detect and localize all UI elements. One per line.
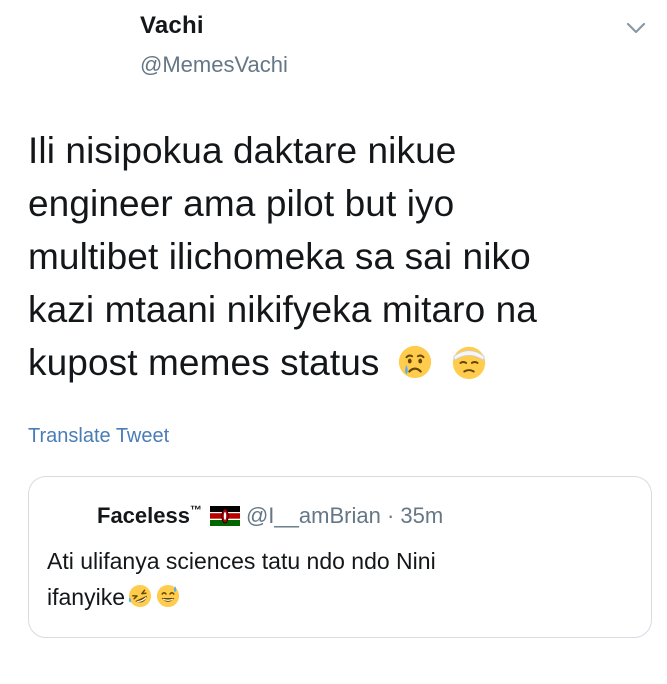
quoted-tweet-text: Ati ulifanya sciences tatu ndo ndo Nini … xyxy=(47,543,627,615)
rolling-laughing-emoji-icon xyxy=(128,584,152,608)
tweet-text-line-last: kupost memes status xyxy=(28,336,648,389)
separator-dot: · xyxy=(386,503,395,528)
tweet-text-line: kupost memes status xyxy=(28,342,380,383)
tweet-text-line: kazi mtaani nikifyeka mitaro na xyxy=(28,289,537,330)
quoted-text-line: ifanyike xyxy=(47,584,125,610)
quoted-handle[interactable]: @I__amBrian xyxy=(246,503,381,528)
tweet-text-line: Ili nisipokua daktare nikue xyxy=(28,130,457,171)
quoted-tweet-header: Faceless™ @I__amBrian · 35m xyxy=(97,503,443,529)
quoted-timestamp[interactable]: 35m xyxy=(400,503,443,528)
author-handle[interactable]: @MemesVachi xyxy=(140,52,288,78)
quoted-text-line: Ati ulifanya sciences tatu ndo ndo Nini xyxy=(47,548,436,574)
quoted-tweet-card[interactable]: Faceless™ @I__amBrian · 35m Ati ulifanya… xyxy=(28,476,652,638)
crying-face-emoji-icon xyxy=(398,345,432,379)
kenya-flag-icon xyxy=(209,506,240,526)
quoted-display-name[interactable]: Faceless xyxy=(97,503,190,528)
chevron-down-icon[interactable] xyxy=(624,16,648,40)
tweet-text-line: engineer ama pilot but iyo xyxy=(28,183,455,224)
tweet: Vachi @MemesVachi Ili nisipokua daktare … xyxy=(0,0,667,684)
tweet-text: Ili nisipokua daktare nikue engineer ama… xyxy=(28,124,648,389)
translate-tweet-link[interactable]: Translate Tweet xyxy=(28,425,169,448)
bandaged-face-emoji-icon xyxy=(453,346,486,380)
author-display-name[interactable]: Vachi xyxy=(140,12,204,40)
sweat-smile-emoji-icon xyxy=(156,584,180,608)
tweet-text-line: multibet ilichomeka sa sai niko xyxy=(28,236,531,277)
trademark-symbol: ™ xyxy=(189,503,202,517)
quoted-text-line-last: ifanyike xyxy=(47,579,627,615)
